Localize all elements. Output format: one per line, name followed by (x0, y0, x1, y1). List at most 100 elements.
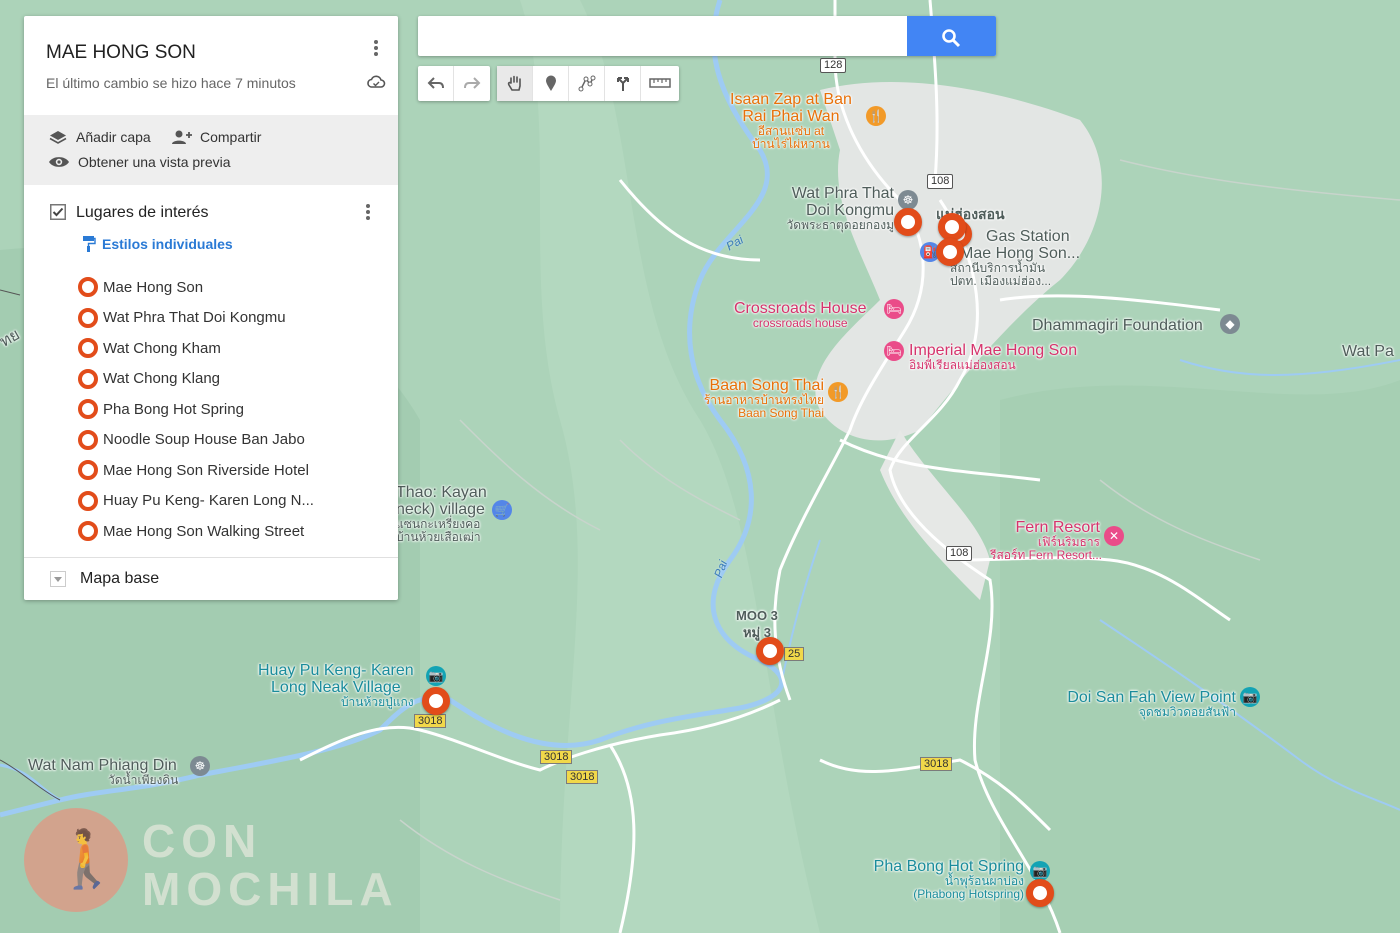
map-pin-wat-chong-kham[interactable] (938, 213, 966, 241)
temple-icon[interactable]: ☸ (898, 190, 918, 210)
place-item[interactable]: Mae Hong Son Walking Street (78, 516, 314, 547)
place-item[interactable]: Wat Phra That Doi Kongmu (78, 303, 314, 334)
poi-label-imperial[interactable]: Imperial Mae Hong Son อิมพีเรียลแม่ฮ่องส… (909, 342, 1077, 372)
directions-button[interactable] (605, 66, 641, 101)
cloud-saved-icon (367, 75, 386, 88)
poi-label-doi-san-fah[interactable]: Doi San Fah View Point จุดชมวิวดอยสันฟ้า (1040, 689, 1236, 719)
restaurant-icon[interactable]: 🍴 (866, 106, 886, 126)
poi-label-crossroads[interactable]: Crossroads House crossroads house (734, 300, 867, 330)
road-shield-128: 128 (820, 58, 847, 73)
search-icon (942, 29, 961, 48)
camera-icon[interactable]: 📷 (426, 666, 446, 686)
add-marker-button[interactable] (533, 66, 569, 101)
panel-actions: Añadir capa Compartir Obtener una vista … (24, 115, 398, 185)
measure-button[interactable] (641, 66, 679, 101)
redo-icon (464, 77, 481, 89)
road-shield-3018: 3018 (566, 770, 599, 784)
place-name: Mae Hong Son Walking Street (103, 522, 305, 540)
poi-name-thai: ปตท. เมืองแม่ฮ่อง... (950, 274, 1052, 288)
place-marker-icon (78, 307, 98, 328)
poi-label-isaan-zap[interactable]: Isaan Zap at Ban Rai Phai Wan อีสานแซ่บ … (730, 91, 852, 151)
add-person-icon (172, 130, 192, 144)
poi-label-pha-bong-hot-spring[interactable]: Pha Bong Hot Spring น้ำพุร้อนผาบ่อง (Pha… (850, 858, 1024, 901)
poi-name: Baan Song Thai (738, 406, 824, 420)
add-layer-button[interactable]: Añadir capa (48, 129, 151, 145)
place-marker-icon (78, 521, 98, 542)
road-shield-25: 25 (784, 647, 805, 661)
line-icon (578, 75, 596, 92)
base-map-label: Mapa base (80, 570, 160, 587)
search-button[interactable] (907, 16, 996, 56)
place-item[interactable]: Noodle Soup House Ban Jabo (78, 425, 314, 456)
poi-label-wat-phra-that[interactable]: Wat Phra That Doi Kongmu วัดพระธาตุดอยกอ… (776, 185, 894, 232)
layer-options-button[interactable] (358, 202, 378, 224)
poi-name-thai: รีสอร์ท Fern Resort... (990, 548, 1103, 562)
restaurant-icon[interactable]: 🍴 (828, 382, 848, 402)
place-item[interactable]: Mae Hong Son (78, 272, 314, 303)
search-input[interactable] (418, 16, 898, 56)
camera-icon[interactable]: 📷 (1030, 861, 1050, 881)
hotel-icon[interactable]: 🛏 (884, 299, 904, 319)
worship-icon[interactable]: ◆ (1220, 314, 1240, 334)
poi-label-dhammagiri[interactable]: Dhammagiri Foundation (1032, 317, 1203, 334)
map-pin-noodle-soup[interactable] (756, 637, 784, 665)
road-shield-3018: 3018 (414, 714, 447, 728)
map-pin-walking-street[interactable] (936, 238, 964, 266)
poi-name: Imperial Mae Hong Son (909, 342, 1078, 359)
poi-name: Rai Phai Wan (742, 108, 840, 125)
road-shield-108: 108 (927, 174, 954, 189)
place-item[interactable]: Mae Hong Son Riverside Hotel (78, 455, 314, 486)
poi-name: Baan Song Thai (709, 377, 824, 394)
place-item[interactable]: Huay Pu Keng- Karen Long N... (78, 486, 314, 517)
map-title[interactable]: MAE HONG SON (46, 42, 196, 64)
divider (24, 557, 398, 558)
poi-label-baan-song-thai[interactable]: Baan Song Thai ร้านอาหารบ้านทรงไทย Baan … (690, 377, 824, 420)
poi-name: Huay Pu Keng- Karen (258, 662, 414, 679)
search-box (418, 16, 996, 56)
map-pin-huay-pu-keng[interactable] (422, 687, 450, 715)
pan-tool-button[interactable] (497, 66, 533, 101)
poi-name: Pha Bong Hot Spring (873, 858, 1024, 875)
place-marker-icon (78, 460, 98, 481)
place-name: Noodle Soup House Ban Jabo (103, 431, 305, 449)
layer-title[interactable]: Lugares de interés (76, 204, 209, 222)
hotel-icon[interactable]: 🛏 (884, 341, 904, 361)
places-list: Mae Hong Son Wat Phra That Doi Kongmu Wa… (78, 272, 314, 547)
place-item[interactable]: Wat Chong Klang (78, 364, 314, 395)
place-marker-icon (78, 277, 98, 298)
poi-label-fern-resort[interactable]: Fern Resort เฟิร์นริมธาร รีสอร์ท Fern Re… (990, 519, 1103, 562)
place-item[interactable]: Wat Chong Kham (78, 333, 314, 364)
redo-button[interactable] (454, 66, 490, 101)
share-button[interactable]: Compartir (170, 129, 261, 145)
map-pin-wat-phra-that[interactable] (894, 208, 922, 236)
temple-icon[interactable]: ☸ (190, 756, 210, 776)
poi-label-wat-nam-phiang-din[interactable]: Wat Nam Phiang Din วัดน้ำเพียงดิน (28, 757, 178, 787)
map-pin-pha-bong[interactable] (1026, 879, 1054, 907)
base-map-toggle[interactable]: Mapa base (50, 570, 159, 588)
place-item[interactable]: Pha Bong Hot Spring (78, 394, 314, 425)
share-label: Compartir (200, 129, 262, 145)
poi-label-kayan-village[interactable]: Thao: Kayan neck) village แซนกะเหรี่ยงคอ… (396, 484, 492, 544)
map-options-button[interactable] (366, 38, 386, 60)
shopping-icon[interactable]: 🛒 (492, 500, 512, 520)
undo-button[interactable] (418, 66, 454, 101)
poi-name: neck) village (396, 501, 485, 518)
individual-styles-link[interactable]: Estilos individuales (82, 235, 233, 253)
poi-name-thai: จุดชมวิวดอยสันฟ้า (1138, 705, 1236, 719)
resort-icon[interactable]: ✕ (1104, 526, 1124, 546)
place-name: Huay Pu Keng- Karen Long N... (103, 492, 314, 510)
preview-button[interactable]: Obtener una vista previa (48, 154, 231, 170)
history-toolbar (418, 66, 490, 101)
poi-label-wat-pa[interactable]: Wat Pa (1342, 343, 1394, 360)
place-marker-icon (78, 399, 98, 420)
place-marker-icon (78, 490, 98, 511)
layers-icon (49, 131, 67, 144)
place-marker-icon (78, 368, 98, 389)
poi-name: Mae Hong Son... (960, 245, 1081, 262)
poi-label-huay-pu-keng[interactable]: Huay Pu Keng- Karen Long Neak Village บ้… (258, 662, 414, 709)
draw-line-button[interactable] (569, 66, 605, 101)
place-marker-icon (78, 429, 98, 450)
watermark-line2: MOCHILA (142, 863, 399, 915)
layer-visibility-checkbox[interactable] (50, 204, 66, 220)
camera-icon[interactable]: 📷 (1240, 687, 1260, 707)
